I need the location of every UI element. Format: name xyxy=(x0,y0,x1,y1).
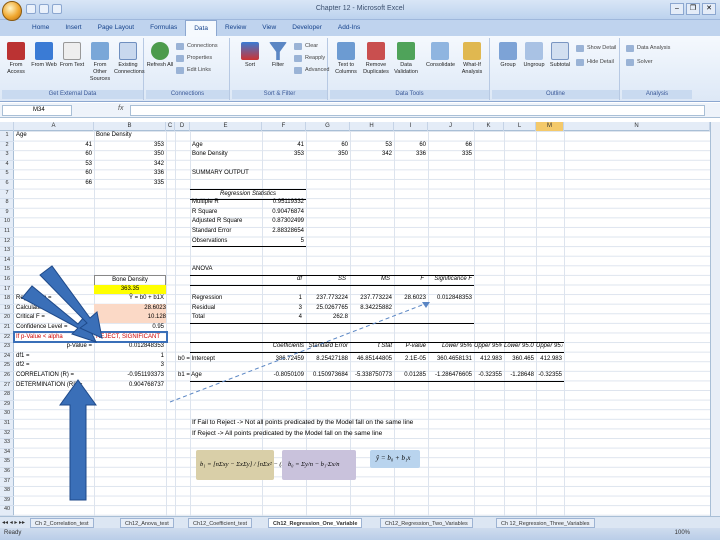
dashed-link-line xyxy=(169,301,431,403)
sheet-tab-regression-one[interactable]: Ch12_Regression_One_Variable xyxy=(268,518,363,528)
formula-b0-text: b₀ = Σy/n − b₁·Σx/n xyxy=(288,461,340,468)
vertical-scrollbar[interactable] xyxy=(710,122,720,516)
formula-b1-text: b₁ = [nΣxy − ΣxΣy] / [nΣx² − (Σx)²] xyxy=(200,461,295,468)
formula-b1: b₁ = [nΣxy − ΣxΣy] / [nΣx² − (Σx)²] xyxy=(196,450,295,480)
formula-b0: b₀ = Σy/n − b₁·Σx/n xyxy=(282,450,356,480)
sheet-tab-coefficient[interactable]: Ch12_Coefficient_test xyxy=(188,518,253,528)
note-fail-to-reject: If Fail to Reject -> Not all points pred… xyxy=(192,419,414,426)
arrow-up-to-decision xyxy=(59,379,97,501)
annotation-arrows xyxy=(21,265,431,501)
sheet-tab-correlation[interactable]: Ch 2_Correlation_test xyxy=(30,518,94,528)
note-reject: If Reject -> All points predicated by th… xyxy=(192,430,383,437)
sheet-tab-regression-two[interactable]: Ch12_Regression_Two_Variables xyxy=(380,518,473,528)
sheet-tab-regression-three[interactable]: Ch 12_Regression_Three_Variables xyxy=(496,518,595,528)
dashed-link-arrowhead xyxy=(422,302,430,308)
zoom-level[interactable]: 100% xyxy=(675,530,690,536)
formula-yhat: ŷ = b₀ + b₁x xyxy=(370,450,420,468)
office-button[interactable] xyxy=(2,1,22,21)
formula-yhat-text: ŷ = b₀ + b₁x xyxy=(376,454,411,462)
status-bar: Ready 100% xyxy=(0,528,720,540)
status-ready: Ready xyxy=(4,530,22,536)
sheet-nav-arrows[interactable]: ◂◂ ◂ ▸ ▸▸ xyxy=(2,519,25,526)
sheet-tab-bar: ◂◂ ◂ ▸ ▸▸ Ch 2_Correlation_test Ch12_Ano… xyxy=(0,516,720,528)
sheet-tab-anova[interactable]: Ch12_Anova_test xyxy=(120,518,174,528)
